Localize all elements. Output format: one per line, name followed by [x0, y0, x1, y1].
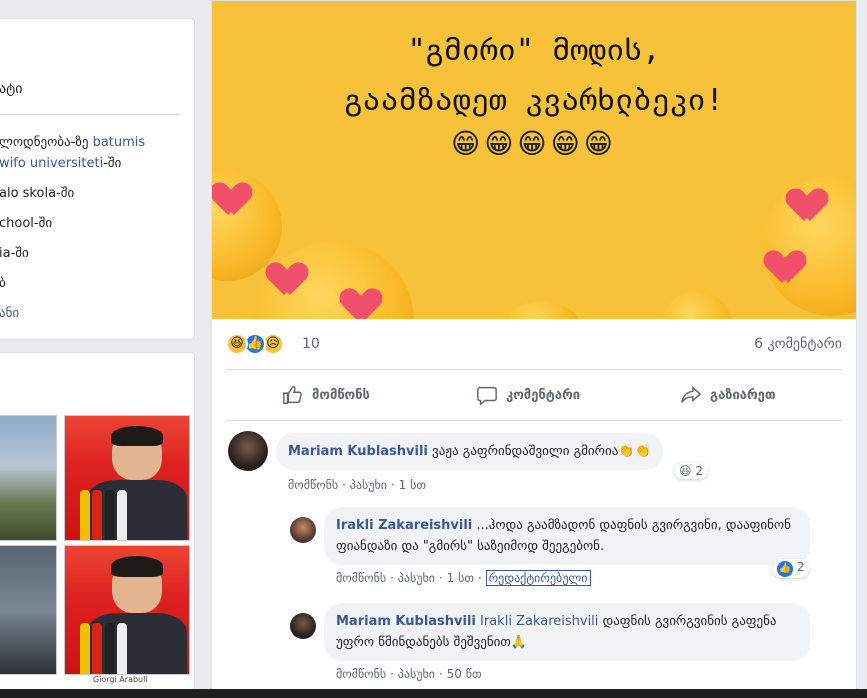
haha-reaction-icon[interactable]: 😆: [226, 333, 248, 355]
intro-line-link[interactable]: ანი: [0, 306, 19, 321]
comment-reaction-count: 2: [695, 464, 703, 478]
divider: [0, 114, 180, 115]
banner-title-line2: გაამზადეთ კვარხლბეკი!: [344, 83, 724, 118]
comment-text: ვაჟა გაფრინდაშვილი გმირია👏👏: [432, 444, 651, 459]
comment-reply-link[interactable]: პასუხი: [350, 478, 387, 492]
avatar[interactable]: [228, 431, 268, 471]
intro-line-location: ბ: [0, 276, 6, 291]
comment-reaction-badge[interactable]: 😆 2: [674, 463, 708, 479]
comment: Mariam Kublashvili ვაჟა გაფრინდაშვილი გმ…: [228, 431, 828, 497]
haha-reaction-icon: 😆: [679, 464, 692, 478]
comment-reaction-count: 2: [796, 560, 805, 574]
comment-bubble: Irakli Zakareishvili ...ჰოდა გაამზადონ დ…: [324, 507, 810, 565]
os-taskbar[interactable]: [0, 689, 867, 698]
share-button[interactable]: გაზიარეთ: [680, 382, 776, 408]
like-button[interactable]: მომწონს: [282, 382, 370, 408]
heart-icon: [768, 251, 802, 285]
post-card: "გმირი" მოდის, გაამზადეთ კვარხლბეკი! 😁😁😁…: [211, 0, 857, 698]
comment-reply: Mariam Kublashvili Irakli Zakareishvili …: [290, 603, 830, 687]
intro-line-text: ლოდნეობა-ზე: [0, 135, 93, 150]
photo-thumbnail[interactable]: [0, 415, 57, 541]
heart-eyes-emoji: [662, 291, 732, 319]
intro-link[interactable]: batumis: [93, 135, 146, 150]
banner-grin-emojis: 😁😁😁😁😁: [451, 127, 617, 160]
comment-bubble: Mariam Kublashvili Irakli Zakareishvili …: [324, 603, 810, 661]
comment-bubble: Mariam Kublashvili ვაჟა გაფრინდაშვილი გმ…: [276, 433, 663, 470]
comment-timestamp[interactable]: 50 წთ: [447, 667, 482, 681]
post-actions-bar: მომწონს კომენტარი გაზიარეთ: [226, 369, 842, 421]
heart-icon: [790, 189, 824, 223]
banner-title-line1: "გმირი" მოდის,: [407, 33, 661, 68]
comment-mention[interactable]: Irakli Zakareishvili: [480, 614, 598, 629]
comment-bubble-icon: [477, 386, 497, 406]
like-label: მომწონს: [312, 387, 370, 403]
comment-like-link[interactable]: მომწონს: [336, 571, 386, 585]
comment-reply: Irakli Zakareishvili ...ჰოდა გაამზადონ დ…: [290, 507, 830, 591]
comment-author[interactable]: Mariam Kublashvili: [336, 614, 476, 629]
comment-author[interactable]: Mariam Kublashvili: [288, 444, 428, 459]
reaction-count[interactable]: 10: [302, 336, 320, 352]
share-arrow-icon: [681, 386, 702, 403]
intro-line-text: -ში: [103, 156, 122, 171]
comment-count[interactable]: 6 კომენტარი: [754, 336, 842, 352]
photos-card: Giorgi Arabuli: [0, 352, 195, 698]
avatar[interactable]: [290, 517, 316, 543]
heart-eyes-emoji: [502, 301, 582, 319]
heart-icon: [214, 183, 248, 217]
intro-card: ატი ლოდნეობა-ზე batumis wifo universitet…: [0, 18, 195, 340]
comment-meta: მომწონს · პასუხი · 1 სთ: [288, 478, 426, 492]
comment-reply-link[interactable]: პასუხი: [398, 667, 435, 681]
photo-caption: Giorgi Arabuli: [93, 675, 148, 684]
intro-line-education: ლოდნეობა-ზე batumis: [0, 135, 145, 150]
comment-timestamp[interactable]: 1 სთ: [399, 478, 426, 492]
intro-heading: ატი: [0, 81, 23, 97]
avatar[interactable]: [290, 613, 316, 639]
comment-timestamp[interactable]: 1 სთ: [447, 571, 474, 585]
comment-reply-link[interactable]: პასუხი: [398, 571, 435, 585]
share-label: გაზიარეთ: [710, 387, 776, 403]
edited-label[interactable]: რედაქტირებული: [485, 570, 591, 586]
heart-icon: [344, 289, 378, 319]
intro-line-university: wifo universiteti-ში: [0, 156, 121, 171]
like-reaction-icon: 👍: [777, 561, 793, 577]
intro-line-school1[interactable]: alo skola-ში: [0, 186, 74, 201]
comment-author[interactable]: Irakli Zakareishvili: [336, 518, 472, 533]
intro-link[interactable]: wifo universiteti: [0, 156, 103, 171]
comment-button[interactable]: კომენტარი: [476, 382, 580, 408]
comment-meta: მომწონს · პასუხი · 50 წთ: [336, 667, 482, 681]
intro-line-school3[interactable]: ia-ში: [0, 246, 29, 261]
comment-like-link[interactable]: მომწონს: [336, 667, 386, 681]
photo-thumbnail[interactable]: [64, 415, 190, 541]
comment-reaction-badge[interactable]: 👍 2: [772, 559, 810, 578]
post-banner-image[interactable]: "გმირი" მოდის, გაამზადეთ კვარხლბეკი! 😁😁😁…: [212, 1, 856, 319]
heart-icon: [270, 263, 304, 297]
intro-line-school2[interactable]: chool-ში: [0, 216, 52, 231]
thumbs-up-icon: [283, 386, 302, 404]
photo-thumbnail[interactable]: [64, 545, 190, 675]
comment-meta: მომწონს · პასუხი · 1 სთ · რედაქტირებული: [336, 570, 595, 586]
reactions-summary: 😆 👍 😥 10 6 კომენტარი: [226, 331, 842, 359]
photo-thumbnail[interactable]: [0, 545, 57, 675]
comment-label: კომენტარი: [506, 387, 581, 403]
comment-like-link[interactable]: მომწონს: [288, 478, 338, 492]
